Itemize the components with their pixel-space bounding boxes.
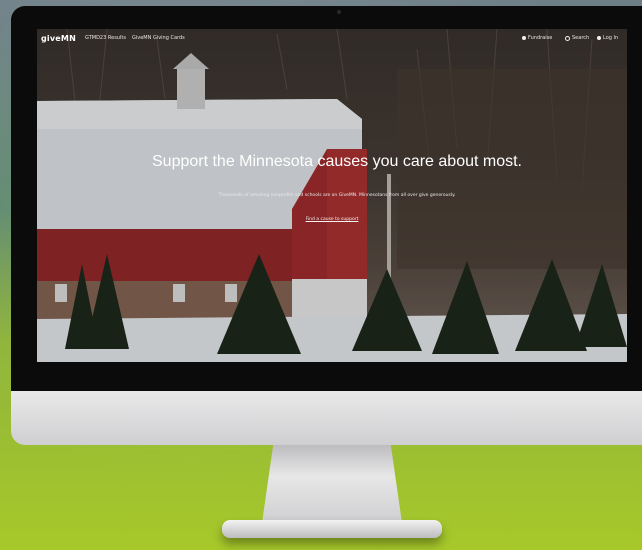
nav-results-link[interactable]: GTMD23 Results bbox=[85, 35, 126, 41]
user-icon bbox=[597, 36, 601, 40]
monitor-stand bbox=[262, 445, 402, 523]
camera-icon bbox=[337, 10, 341, 14]
monitor-chin bbox=[11, 391, 642, 445]
login-button[interactable]: Log In bbox=[597, 35, 618, 41]
search-button[interactable]: Search bbox=[565, 35, 589, 41]
hero-headline: Support the Minnesota causes you care ab… bbox=[152, 153, 522, 170]
heart-icon bbox=[522, 36, 526, 40]
top-nav: giveMN GTMD23 Results GiveMN Giving Card… bbox=[37, 29, 627, 51]
nav-cards-link[interactable]: GiveMN Giving Cards bbox=[132, 35, 185, 41]
monitor-base bbox=[222, 520, 442, 538]
logo[interactable]: giveMN bbox=[41, 34, 76, 43]
search-icon bbox=[565, 35, 570, 41]
fundraise-label: Fundraise bbox=[528, 35, 553, 41]
fundraise-button[interactable]: Fundraise bbox=[522, 35, 552, 41]
hero-subtext: Thousands of amazing nonprofits and scho… bbox=[218, 193, 456, 198]
search-label: Search bbox=[572, 35, 590, 41]
screen: giveMN GTMD23 Results GiveMN Giving Card… bbox=[37, 29, 627, 362]
find-cause-link[interactable]: Find a cause to support bbox=[277, 217, 387, 222]
login-label: Log In bbox=[603, 35, 619, 41]
